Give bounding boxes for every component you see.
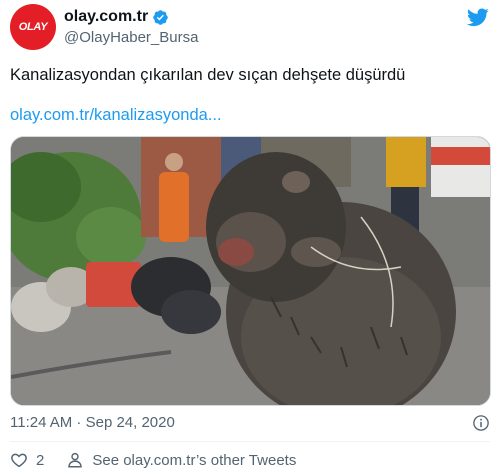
- tweet-timestamp[interactable]: 11:24 AM · Sep 24, 2020: [10, 414, 175, 431]
- tweet-actions: 2 See olay.com.tr’s other Tweets: [10, 448, 490, 472]
- tweet-link[interactable]: olay.com.tr/kanalizasyonda...: [10, 104, 222, 126]
- embedded-tweet: OLAY olay.com.tr @OlayHaber_Bursa Kanali…: [0, 0, 500, 474]
- tweet-header: OLAY olay.com.tr @OlayHaber_Bursa: [10, 4, 492, 52]
- display-name-row: olay.com.tr: [64, 8, 198, 26]
- user-handle[interactable]: @OlayHaber_Bursa: [64, 29, 198, 46]
- tweet-text: Kanalizasyondan çıkarılan dev sıçan dehş…: [10, 66, 406, 84]
- tweet-meta: 11:24 AM · Sep 24, 2020: [10, 412, 490, 434]
- display-name[interactable]: olay.com.tr: [64, 8, 148, 26]
- see-other-tweets-link[interactable]: See olay.com.tr’s other Tweets: [66, 451, 296, 469]
- author-names: olay.com.tr @OlayHaber_Bursa: [64, 8, 198, 46]
- info-icon[interactable]: [472, 414, 490, 432]
- divider: [10, 441, 490, 442]
- twitter-bird-icon[interactable]: [466, 6, 490, 28]
- avatar-logo-text: OLAY: [18, 21, 48, 33]
- giant-rat-photo: [11, 137, 490, 405]
- tweet-photo[interactable]: [10, 136, 491, 406]
- like-button[interactable]: 2: [10, 451, 44, 469]
- verified-badge-icon: [153, 9, 168, 25]
- see-other-tweets-label: See olay.com.tr’s other Tweets: [92, 451, 297, 469]
- like-count: 2: [36, 451, 45, 469]
- avatar[interactable]: OLAY: [10, 4, 56, 50]
- person-icon: [68, 452, 83, 468]
- heart-icon: [11, 453, 27, 468]
